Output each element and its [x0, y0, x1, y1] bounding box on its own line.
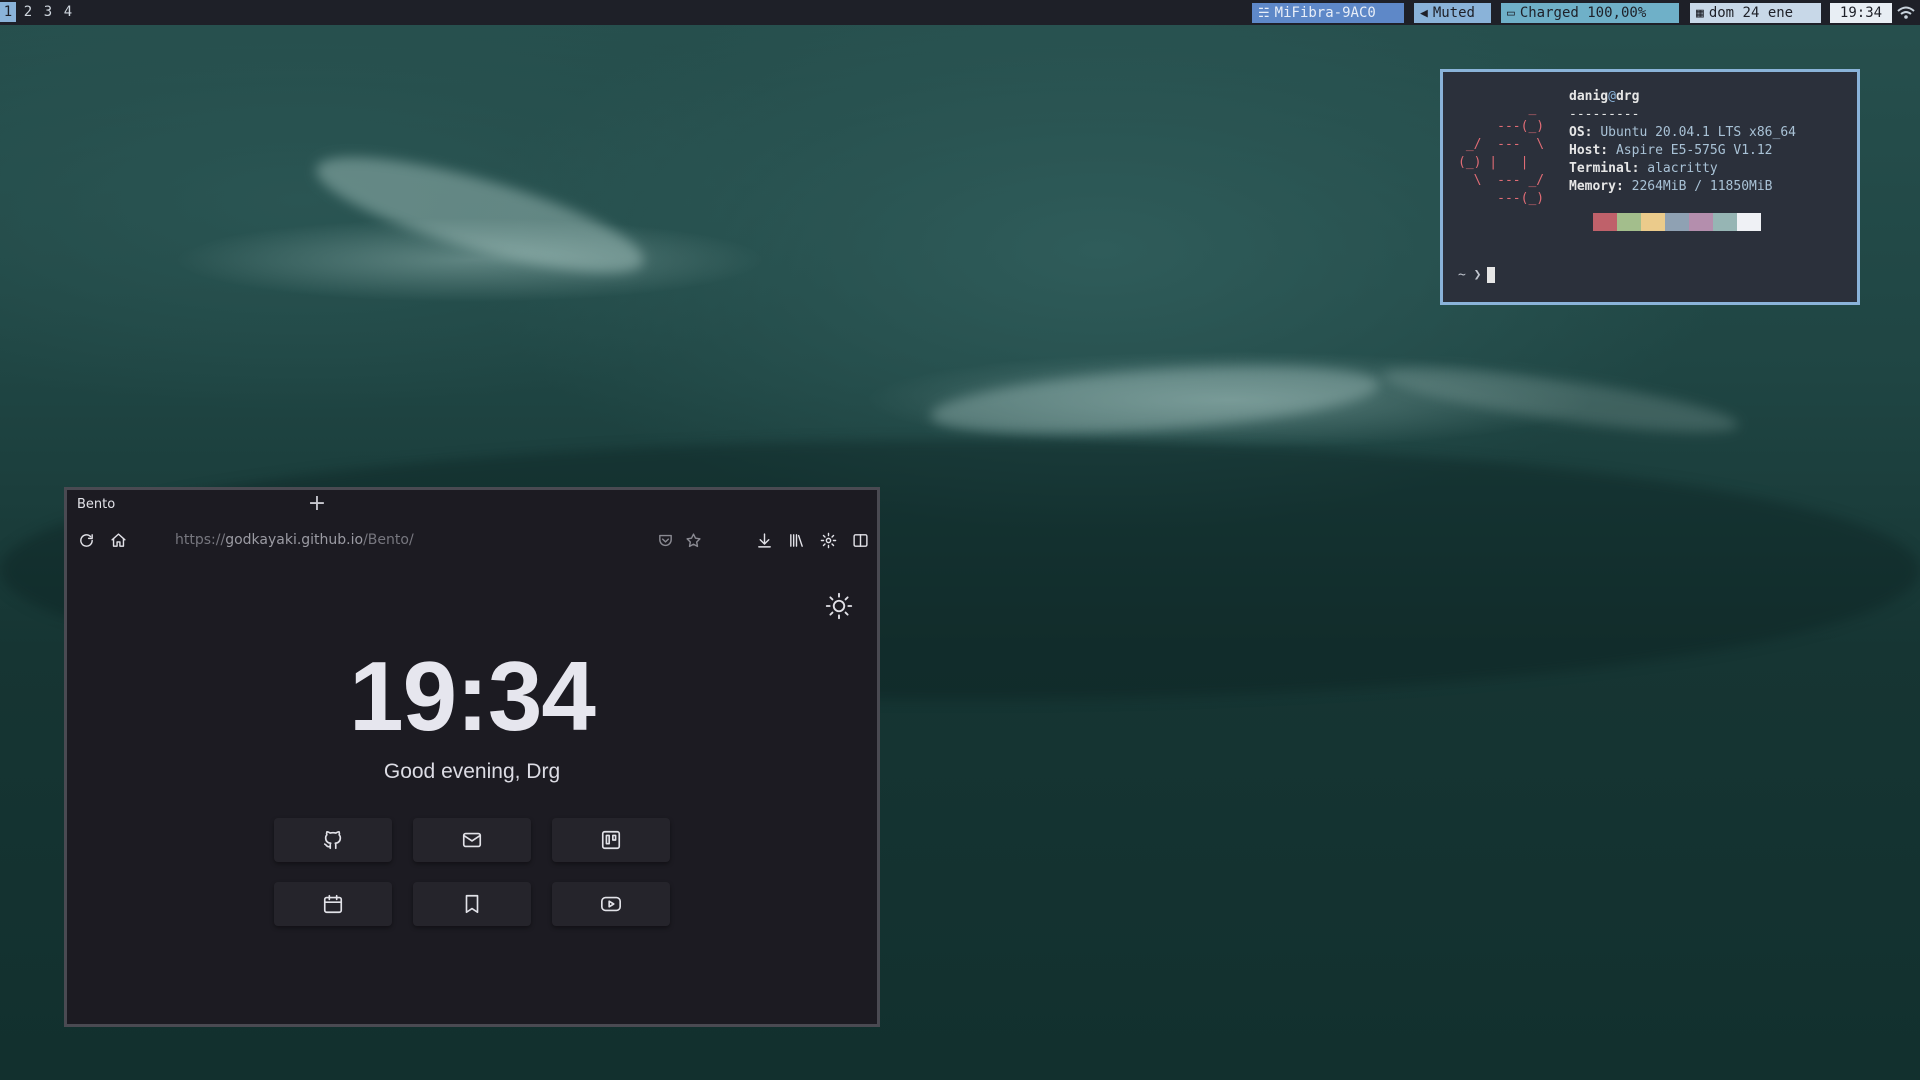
trello-link[interactable]: [552, 818, 670, 862]
terminal-window[interactable]: _ ---(_) _/ --- \ (_) | | \ --- _/ ---(_…: [1440, 69, 1860, 305]
theme-toggle-button[interactable]: [825, 592, 853, 620]
workspace-3[interactable]: 3: [40, 2, 56, 22]
pocket-button[interactable]: [652, 527, 678, 553]
tray-wifi-icon[interactable]: [1896, 3, 1920, 23]
palette-swatch: [1689, 213, 1713, 231]
nav-bar: https://godkayaki.github.io/Bento/: [67, 520, 877, 560]
volume-module[interactable]: ◀ Muted: [1414, 3, 1491, 23]
calendar-icon: ▦: [1696, 6, 1704, 21]
network-label: MiFibra-9AC0: [1274, 5, 1376, 21]
palette-swatch: [1713, 213, 1737, 231]
palette-swatch: [1617, 213, 1641, 231]
host-line: Host: Aspire E5-575G V1.12: [1569, 143, 1773, 158]
clock: 19:34: [349, 641, 596, 751]
text-cursor: [1487, 267, 1496, 283]
settings-button[interactable]: [815, 527, 841, 553]
youtube-icon: [601, 896, 621, 912]
pocket-icon: [658, 534, 672, 546]
download-icon: [757, 532, 771, 548]
browser-window[interactable]: Bento + https://godkayaki.github.io/Bent…: [64, 487, 880, 1027]
clock-module[interactable]: 19:34: [1830, 3, 1892, 23]
sidebar-button[interactable]: [847, 527, 873, 553]
ubuntu-logo-icon: _ ---(_) _/ --- \ (_) | | \ --- _/ ---(_…: [1458, 101, 1545, 206]
shell-prompt[interactable]: ~ ❯: [1458, 267, 1496, 283]
workspace-4[interactable]: 4: [60, 2, 76, 22]
bento-page: 19:34 Good evening, Drg: [67, 560, 877, 1024]
home-button[interactable]: [105, 527, 131, 553]
workspace-1[interactable]: 1: [0, 2, 16, 22]
os-line: OS: Ubuntu 20.04.1 LTS x86_64: [1569, 125, 1796, 140]
system-info: danig@drg --------- OS: Ubuntu 20.04.1 L…: [1569, 88, 1796, 196]
bookmark-star-button[interactable]: [680, 527, 706, 553]
address-bar[interactable]: https://godkayaki.github.io/Bento/: [175, 529, 414, 551]
color-palette: [1569, 213, 1761, 231]
bookmark-link[interactable]: [413, 882, 531, 926]
tab-bar: Bento +: [67, 490, 877, 520]
calendar-icon: [323, 894, 343, 914]
reload-button[interactable]: [73, 527, 99, 553]
sun-icon: [825, 592, 853, 620]
downloads-button[interactable]: [751, 527, 777, 553]
workspace-2[interactable]: 2: [20, 2, 36, 22]
github-icon: [323, 830, 342, 850]
network-module[interactable]: ☵ MiFibra-9AC0: [1252, 3, 1404, 23]
speaker-icon: ◀: [1420, 6, 1428, 21]
battery-label: Charged 100,00%: [1519, 5, 1647, 21]
trello-icon: [601, 830, 621, 850]
home-icon: [110, 532, 126, 547]
wave-crest: [928, 354, 1382, 446]
greeting: Good evening, Drg: [383, 760, 561, 783]
wave-crest: [306, 134, 654, 296]
library-button[interactable]: [783, 527, 809, 553]
mail-link[interactable]: [413, 818, 531, 862]
wave-crest: [1378, 355, 1742, 445]
terminal-line: Terminal: alacritty: [1569, 161, 1718, 176]
user-host: danig@drg: [1569, 89, 1640, 104]
star-icon: [685, 532, 701, 547]
memory-line: Memory: 2264MiB / 11850MiB: [1569, 179, 1773, 194]
reload-icon: [79, 533, 93, 547]
palette-swatch: [1569, 213, 1593, 231]
date-module[interactable]: ▦ dom 24 ene: [1690, 3, 1821, 23]
battery-module[interactable]: ▭ Charged 100,00%: [1501, 3, 1679, 23]
tab-bento[interactable]: Bento: [67, 490, 312, 520]
status-bar: 1 2 3 4 ☵ MiFibra-9AC0 ◀ Muted ▭ Charged 10…: [0, 0, 1920, 25]
volume-label: Muted: [1432, 5, 1475, 21]
bookmark-icon: [465, 894, 479, 914]
youtube-link[interactable]: [552, 882, 670, 926]
date-label: dom 24 ene: [1708, 5, 1794, 21]
palette-swatch: [1737, 213, 1761, 231]
info-separator: ---------: [1569, 107, 1640, 122]
battery-icon: ▭: [1507, 6, 1515, 21]
calendar-link[interactable]: [274, 882, 392, 926]
sidebar-icon: [852, 533, 868, 547]
mail-icon: [462, 832, 482, 848]
gear-icon: [820, 532, 836, 548]
library-icon: [789, 533, 803, 547]
github-link[interactable]: [274, 818, 392, 862]
wifi-icon: ☵: [1258, 6, 1270, 21]
palette-swatch: [1593, 213, 1617, 231]
palette-swatch: [1665, 213, 1689, 231]
palette-swatch: [1641, 213, 1665, 231]
new-tab-button[interactable]: +: [302, 490, 332, 520]
